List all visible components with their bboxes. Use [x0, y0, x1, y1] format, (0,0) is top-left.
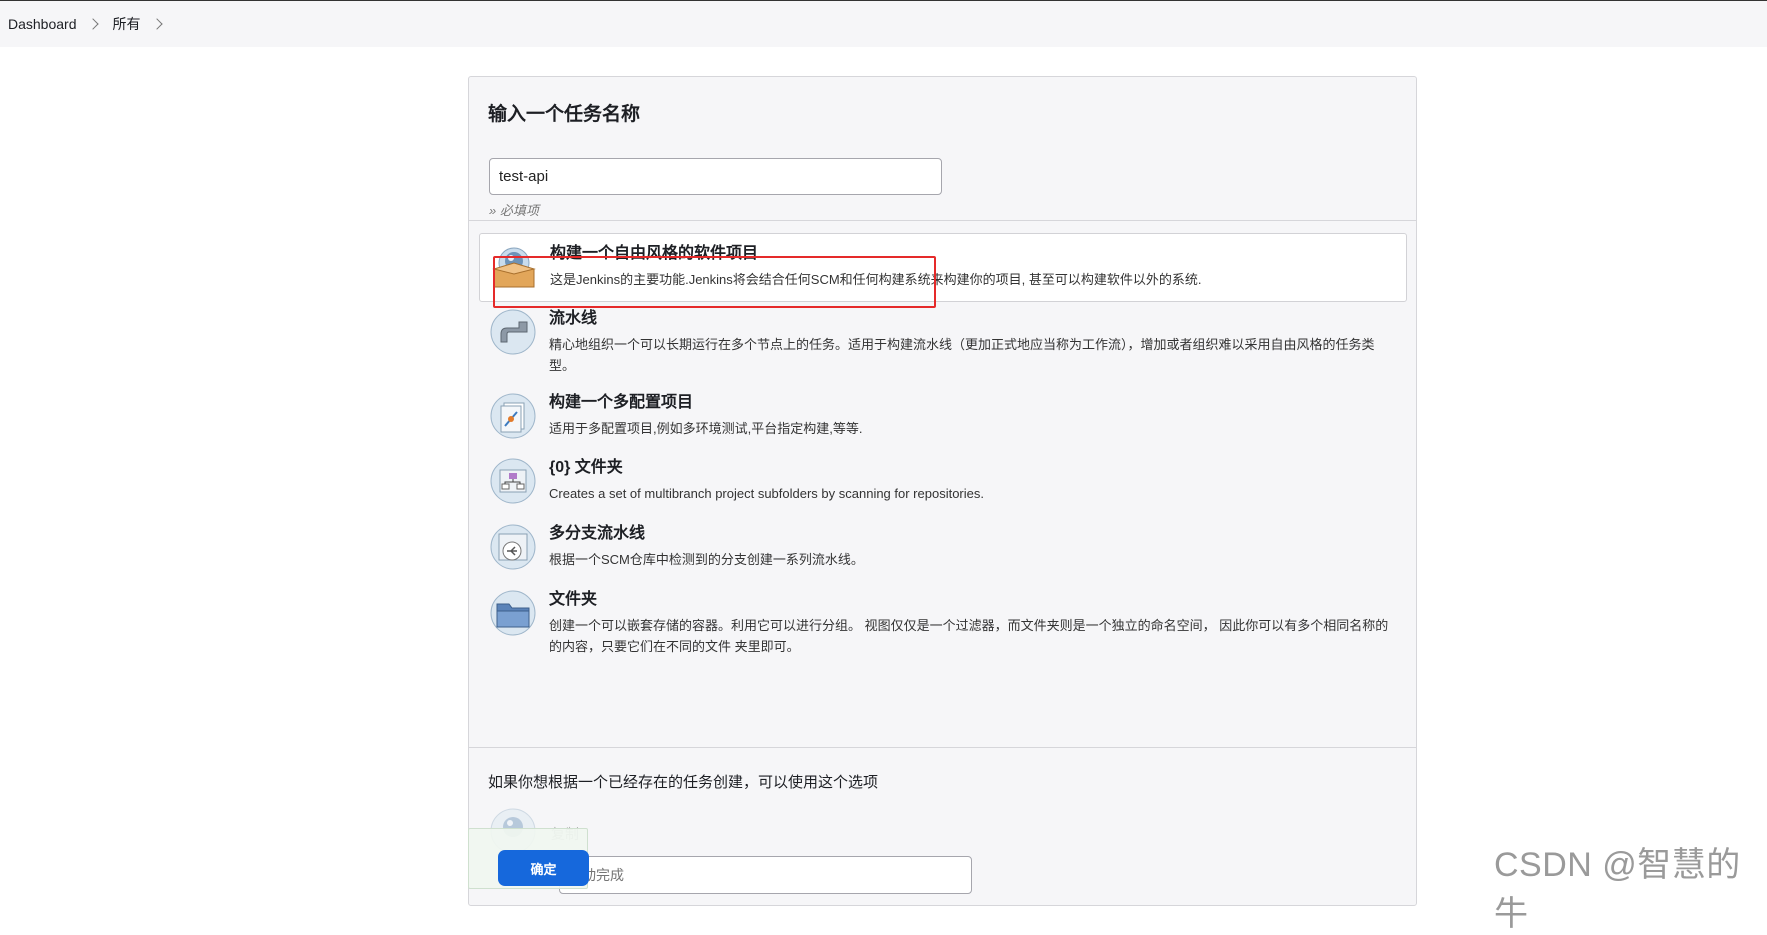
job-type-description: 根据一个SCM仓库中检测到的分支创建一系列流水线。 — [549, 552, 864, 567]
breadcrumb-all[interactable]: 所有 — [113, 14, 141, 34]
job-type-folder[interactable]: 文件夹 创建一个可以嵌套存储的容器。利用它可以进行分组。 视图仅仅是一个过滤器，… — [479, 580, 1407, 667]
page-title: 输入一个任务名称 — [488, 104, 641, 125]
job-type-label: 文件夹 — [549, 591, 598, 608]
section-divider — [469, 747, 1416, 748]
job-type-description: Creates a set of multibranch project sub… — [549, 486, 984, 501]
breadcrumb: Dashboard 所有 — [0, 1, 1767, 47]
chevron-right-icon — [86, 18, 99, 30]
job-type-pipeline[interactable]: 流水线 精心地组织一个可以长期运行在多个节点上的任务。适用于构建流水线（更加正式… — [479, 299, 1407, 386]
job-type-label: 多分支流水线 — [549, 525, 646, 542]
pipeline-pipe-icon — [489, 308, 537, 356]
job-type-label: 构建一个多配置项目 — [549, 394, 694, 411]
job-type-org-folder[interactable]: {0} 文件夹 Creates a set of multibranch pro… — [479, 448, 1407, 515]
job-type-label: {0} 文件夹 — [549, 459, 623, 476]
section-divider — [469, 220, 1416, 221]
job-type-description: 创建一个可以嵌套存储的容器。利用它可以进行分组。 视图仅仅是一个过滤器，而文件夹… — [549, 618, 1389, 654]
job-type-description: 精心地组织一个可以长期运行在多个节点上的任务。适用于构建流水线（更加正式地应当称… — [549, 337, 1375, 373]
multibranch-icon — [489, 523, 537, 571]
freestyle-box-icon — [490, 243, 538, 291]
chevron-right-icon[interactable] — [150, 18, 163, 30]
job-type-multi-config[interactable]: 构建一个多配置项目 适用于多配置项目,例如多环境测试,平台指定构建,等等. — [479, 383, 1407, 450]
job-type-label: 流水线 — [549, 310, 598, 327]
job-type-freestyle[interactable]: 构建一个自由风格的软件项目 这是Jenkins的主要功能.Jenkins将会结合… — [479, 233, 1407, 302]
folder-icon — [489, 589, 537, 637]
job-type-label: 构建一个自由风格的软件项目 — [550, 245, 759, 262]
breadcrumb-dashboard[interactable]: Dashboard — [8, 16, 77, 32]
copy-section-label: 如果你想根据一个已经存在的任务创建，可以使用这个选项 — [488, 774, 879, 791]
job-type-multibranch[interactable]: 多分支流水线 根据一个SCM仓库中检测到的分支创建一系列流水线。 — [479, 514, 1407, 581]
ok-button[interactable]: 确定 — [498, 850, 589, 886]
job-type-description: 这是Jenkins的主要功能.Jenkins将会结合任何SCM和任何构建系统来构… — [550, 272, 1202, 287]
copy-from-input[interactable] — [559, 856, 972, 894]
item-name-input[interactable] — [489, 158, 942, 195]
org-folder-icon — [489, 457, 537, 505]
new-item-panel: 输入一个任务名称 » 必填项 构建一个自由风格的软件项目 这是Jenkins的主… — [468, 76, 1417, 906]
job-type-description: 适用于多配置项目,例如多环境测试,平台指定构建,等等. — [549, 421, 863, 436]
required-hint: » 必填项 — [489, 203, 539, 218]
watermark: CSDN @智慧的牛 — [1494, 846, 1741, 933]
multi-config-icon — [489, 392, 537, 440]
